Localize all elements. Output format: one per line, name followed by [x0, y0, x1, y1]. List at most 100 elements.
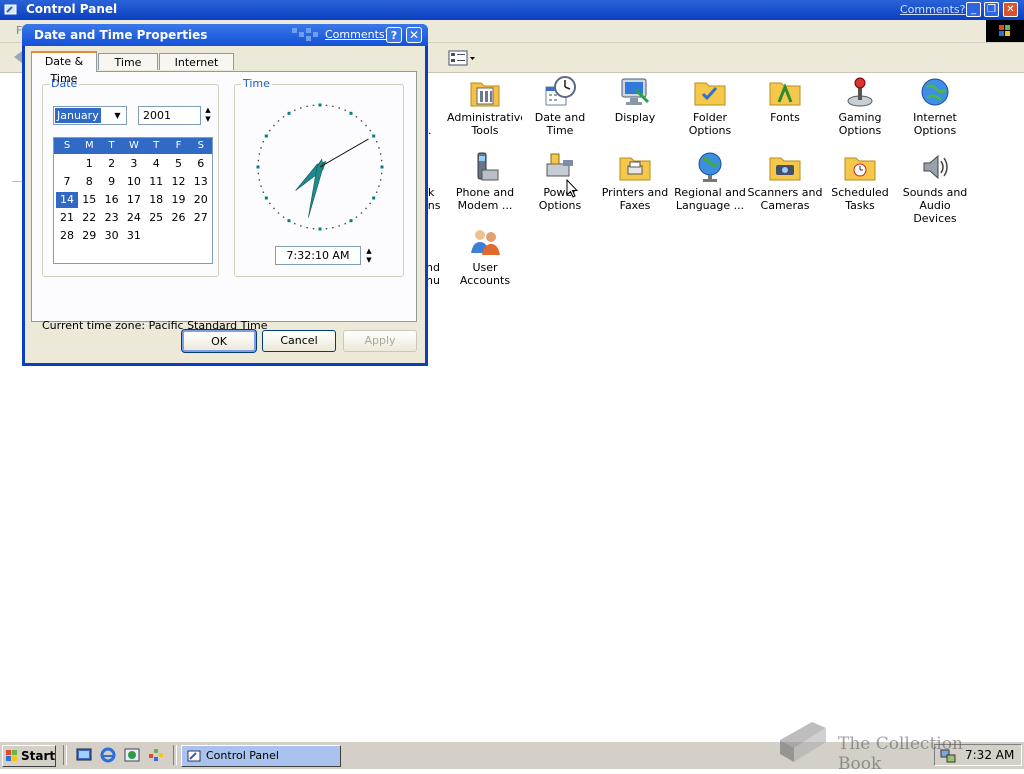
spin-down-icon[interactable]: ▼: [364, 256, 374, 265]
calendar-day[interactable]: 17: [123, 192, 145, 208]
calendar-day[interactable]: 2: [101, 156, 123, 172]
calendar[interactable]: SMTWTFS 1 2 3 4 5 6 7 8 9 10 11 12 13 14 15 16 17 18 19 20 2…: [53, 137, 213, 264]
restore-button[interactable]: ❐: [984, 2, 999, 17]
weekday-header: W: [128, 140, 139, 151]
tab-time-zone[interactable]: Time Zone: [98, 53, 158, 86]
power-options-item[interactable]: Power Options: [522, 150, 598, 212]
calendar-day[interactable]: 21: [56, 210, 78, 226]
control-panel-app-icon: [4, 4, 17, 15]
calendar-day[interactable]: 9: [101, 174, 123, 190]
calendar-day[interactable]: 6: [190, 156, 212, 172]
clock-tick: [360, 212, 363, 214]
internet-explorer-icon[interactable]: [99, 746, 117, 764]
spin-up-icon[interactable]: ▲: [364, 247, 374, 256]
tab-date-time[interactable]: Date & Time: [31, 51, 97, 85]
calendar-day[interactable]: 29: [78, 228, 100, 244]
calendar-day[interactable]: 30: [101, 228, 123, 244]
administrative-tools-item[interactable]: Administrative Tools: [447, 75, 527, 137]
show-desktop-icon[interactable]: [75, 746, 93, 764]
taskbar-separator: [173, 745, 177, 765]
internet-options-item[interactable]: Internet Options: [897, 75, 973, 137]
calendar-day[interactable]: 10: [123, 174, 145, 190]
clock-tick: [380, 159, 383, 162]
calendar-day-selected[interactable]: 14: [56, 192, 78, 208]
spin-down-icon[interactable]: ▼: [203, 115, 213, 124]
clock-tick: [378, 147, 380, 149]
calendar-day[interactable]: 13: [190, 174, 212, 190]
calendar-day[interactable]: 31: [123, 228, 145, 244]
calendar-day[interactable]: 12: [168, 174, 190, 190]
calendar-day[interactable]: 23: [101, 210, 123, 226]
phone-and-modem-item[interactable]: Phone and Modem ...: [447, 150, 523, 212]
back-arrow-icon[interactable]: [14, 51, 22, 63]
time-spinner[interactable]: ▲ ▼: [364, 247, 374, 265]
taskbar-control-panel-button[interactable]: Control Panel: [181, 745, 341, 767]
calendar-day[interactable]: 11: [145, 174, 167, 190]
clock-tick: [349, 219, 353, 223]
spin-up-icon[interactable]: ▲: [203, 106, 213, 115]
calendar-day[interactable]: 28: [56, 228, 78, 244]
calendar-day[interactable]: 18: [145, 192, 167, 208]
tab-internet-time[interactable]: Internet Time: [159, 53, 234, 86]
clock-tick: [369, 202, 371, 205]
year-field[interactable]: 2001: [138, 106, 201, 125]
calendar-day[interactable]: 26: [168, 210, 190, 226]
control-panel-titlebar[interactable]: Control Panel Comments? _ ❐ ✕: [0, 0, 1024, 20]
minimize-button[interactable]: _: [966, 2, 981, 17]
dialog-titlebar[interactable]: Date and Time Properties Comments? ? ✕: [22, 24, 428, 46]
calendar-day[interactable]: 22: [78, 210, 100, 226]
windows-update-icon[interactable]: [123, 746, 141, 764]
hidden-item-label: .: [428, 124, 432, 137]
calendar-day[interactable]: 19: [168, 192, 190, 208]
clock-tick: [355, 116, 358, 118]
calendar-day[interactable]: 20: [190, 192, 212, 208]
clock-tick: [369, 129, 371, 132]
folder-options-item[interactable]: Folder Options: [672, 75, 748, 137]
dialog-close-button[interactable]: ✕: [406, 27, 422, 43]
printers-and-faxes-item[interactable]: Printers and Faxes: [597, 150, 673, 212]
time-group-label: Time: [241, 77, 272, 90]
clock-tick: [344, 222, 346, 225]
regional-language-item[interactable]: Regional and Language ...: [672, 150, 748, 212]
views-button[interactable]: [448, 49, 476, 67]
month-dropdown[interactable]: January ▼: [53, 106, 127, 125]
help-button[interactable]: ?: [386, 27, 402, 43]
clock-tick: [380, 165, 384, 169]
dialog-comments-link[interactable]: Comments?: [325, 28, 390, 41]
fonts-item[interactable]: Fonts: [747, 75, 823, 124]
apply-button[interactable]: Apply: [343, 330, 417, 352]
calendar-day[interactable]: 8: [78, 174, 100, 190]
gaming-options-item[interactable]: Gaming Options: [822, 75, 898, 137]
windows-logo: [986, 20, 1024, 42]
messenger-icon[interactable]: [147, 746, 165, 764]
scheduled-tasks-item[interactable]: Scheduled Tasks: [822, 150, 898, 212]
date-and-time-item[interactable]: Date and Time: [522, 75, 598, 137]
calendar-day[interactable]: 27: [190, 210, 212, 226]
close-button[interactable]: ✕: [1003, 2, 1018, 17]
clock-tick: [379, 153, 382, 155]
calendar-day[interactable]: 24: [123, 210, 145, 226]
calendar-day[interactable]: 15: [78, 192, 100, 208]
year-spinner[interactable]: ▲ ▼: [203, 106, 213, 125]
calendar-day[interactable]: 25: [145, 210, 167, 226]
weekday-header: S: [197, 140, 204, 151]
control-panel-comments-link[interactable]: Comments?: [900, 3, 965, 16]
time-field[interactable]: 7:32:10 AM: [275, 246, 361, 265]
calendar-day[interactable]: 4: [145, 156, 167, 172]
start-button[interactable]: Start: [2, 745, 56, 767]
calendar-day[interactable]: 5: [168, 156, 190, 172]
chevron-down-icon[interactable]: ▼: [110, 108, 125, 123]
calendar-day[interactable]: 16: [101, 192, 123, 208]
sounds-audio-item[interactable]: Sounds and Audio Devices: [897, 150, 973, 225]
folder-options-icon: [694, 82, 726, 106]
item-label: Scanners and Cameras: [747, 186, 823, 212]
calendar-day[interactable]: 7: [56, 174, 78, 190]
user-accounts-item[interactable]: User Accounts: [447, 225, 523, 287]
clock-tick: [325, 104, 328, 107]
calendar-day[interactable]: 1: [78, 156, 100, 172]
display-item[interactable]: Display: [597, 75, 673, 124]
ok-button[interactable]: OK: [181, 329, 257, 353]
cancel-button[interactable]: Cancel: [262, 330, 336, 352]
scanners-cameras-item[interactable]: Scanners and Cameras: [747, 150, 823, 212]
calendar-day[interactable]: 3: [123, 156, 145, 172]
